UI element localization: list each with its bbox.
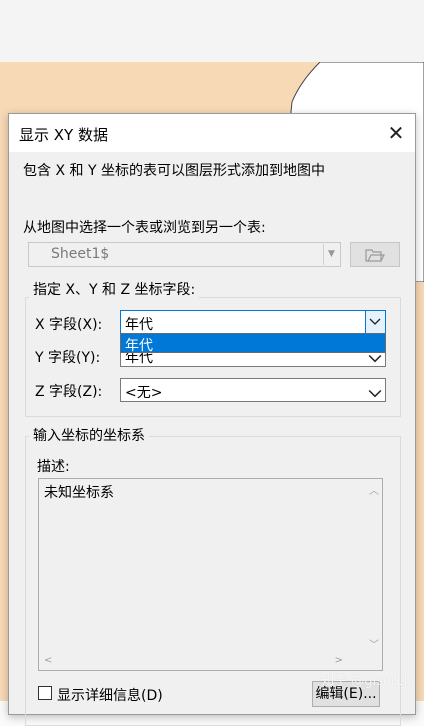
show-details-label[interactable]: 显示详细信息(D) <box>57 685 163 705</box>
dialog-titlebar: 显示 XY 数据 ✕ <box>9 114 415 152</box>
chevron-down-icon: ▼ <box>323 244 339 265</box>
x-field-dropdown-list: 年代 <box>120 333 386 355</box>
scroll-up-icon[interactable]: ︿ <box>369 482 379 497</box>
x-field-value: 年代 <box>125 317 153 333</box>
cs-description-label: 描述: <box>37 459 70 475</box>
x-field-dropdown-button[interactable] <box>365 311 385 333</box>
coordinate-fields-group-label: 指定 X、Y 和 Z 坐标字段: <box>29 279 200 299</box>
x-field-option[interactable]: 年代 <box>125 335 153 355</box>
show-details-checkbox[interactable] <box>38 686 52 700</box>
vertical-scrollbar[interactable]: ︿ ﹀ <box>365 479 382 653</box>
cs-description-textbox[interactable]: 未知坐标系 ︿ ﹀ < > <box>38 478 383 671</box>
close-button[interactable]: ✕ <box>385 122 407 144</box>
browse-button[interactable] <box>350 242 400 267</box>
chevron-down-icon <box>368 389 382 398</box>
x-field-select[interactable]: 年代 <box>120 310 386 334</box>
dialog-title: 显示 XY 数据 <box>19 126 108 144</box>
coordinate-system-group-label: 输入坐标的坐标系 <box>29 425 149 445</box>
scroll-down-icon[interactable]: ﹀ <box>369 636 379 651</box>
map-toolbar-strip <box>0 0 424 63</box>
table-select-value: Sheet1$ <box>51 246 110 262</box>
table-select[interactable]: Sheet1$ ▼ <box>28 242 341 267</box>
horizontal-scrollbar[interactable]: < > <box>39 653 365 670</box>
z-field-value: <无> <box>125 385 163 401</box>
chevron-down-icon <box>369 318 381 325</box>
chevron-down-icon <box>368 354 382 363</box>
x-field-label: X 字段(X): <box>35 317 103 333</box>
y-field-label: Y 字段(Y): <box>35 350 101 366</box>
cs-description-value: 未知坐标系 <box>44 485 114 501</box>
dialog-description: 包含 X 和 Y 坐标的表可以图层形式添加到地图中 <box>23 163 325 179</box>
scroll-right-icon[interactable]: > <box>335 655 343 666</box>
watermark: 知乎 @giserLis <box>321 674 414 689</box>
scroll-left-icon[interactable]: < <box>44 655 52 666</box>
display-xy-data-dialog: 显示 XY 数据 ✕ 包含 X 和 Y 坐标的表可以图层形式添加到地图中 从地图… <box>8 113 416 726</box>
open-folder-icon <box>365 249 385 262</box>
z-field-label: Z 字段(Z): <box>35 384 103 400</box>
table-prompt-label: 从地图中选择一个表或浏览到另一个表: <box>23 220 266 236</box>
z-field-select[interactable]: <无> <box>120 378 386 402</box>
